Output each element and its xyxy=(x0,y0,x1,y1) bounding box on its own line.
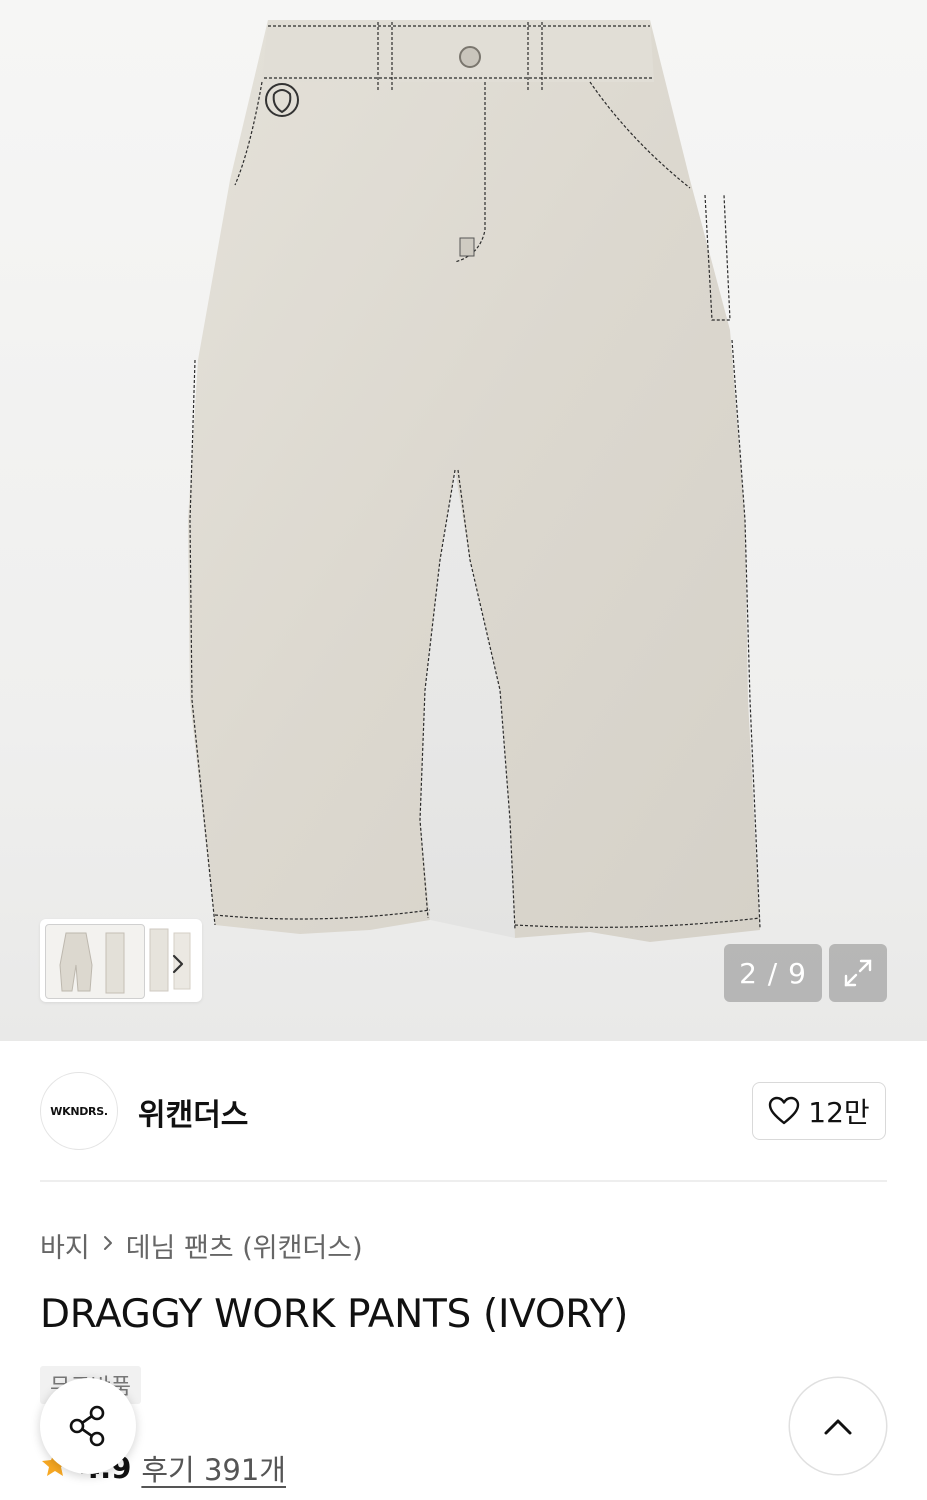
like-button[interactable]: 12만 xyxy=(752,1082,886,1140)
brand-name[interactable]: 위캔더스 xyxy=(138,1090,248,1134)
share-icon xyxy=(69,1405,105,1447)
breadcrumb: 바지 데님 팬츠 (위캔더스) xyxy=(40,1226,363,1265)
divider xyxy=(40,1180,887,1182)
like-count: 12만 xyxy=(808,1096,870,1129)
product-image-gallery[interactable] xyxy=(0,0,927,1041)
heart-icon xyxy=(769,1096,800,1125)
thumbnail-image xyxy=(59,932,125,994)
chevron-up-icon xyxy=(824,1419,852,1435)
product-image-pants xyxy=(188,20,761,942)
brand-logo[interactable]: WKNDRS. xyxy=(40,1072,118,1150)
chevron-right-icon[interactable] xyxy=(170,953,186,978)
chevron-right-icon xyxy=(102,1233,114,1258)
expand-button[interactable] xyxy=(829,944,887,1002)
breadcrumb-item-subcategory[interactable]: 데님 팬츠 (위캔더스) xyxy=(126,1226,363,1265)
breadcrumb-item-category[interactable]: 바지 xyxy=(40,1226,90,1265)
scroll-to-top-button[interactable] xyxy=(790,1378,886,1474)
image-counter: 2 / 9 xyxy=(724,944,822,1002)
thumbnail-selected[interactable] xyxy=(45,924,145,999)
expand-icon xyxy=(844,959,872,987)
brand-logo-text: WKNDRS. xyxy=(50,1104,108,1118)
product-title: DRAGGY WORK PANTS (IVORY) xyxy=(40,1292,628,1337)
share-button[interactable] xyxy=(40,1378,136,1474)
review-link[interactable]: 후기 391개 xyxy=(141,1447,286,1489)
